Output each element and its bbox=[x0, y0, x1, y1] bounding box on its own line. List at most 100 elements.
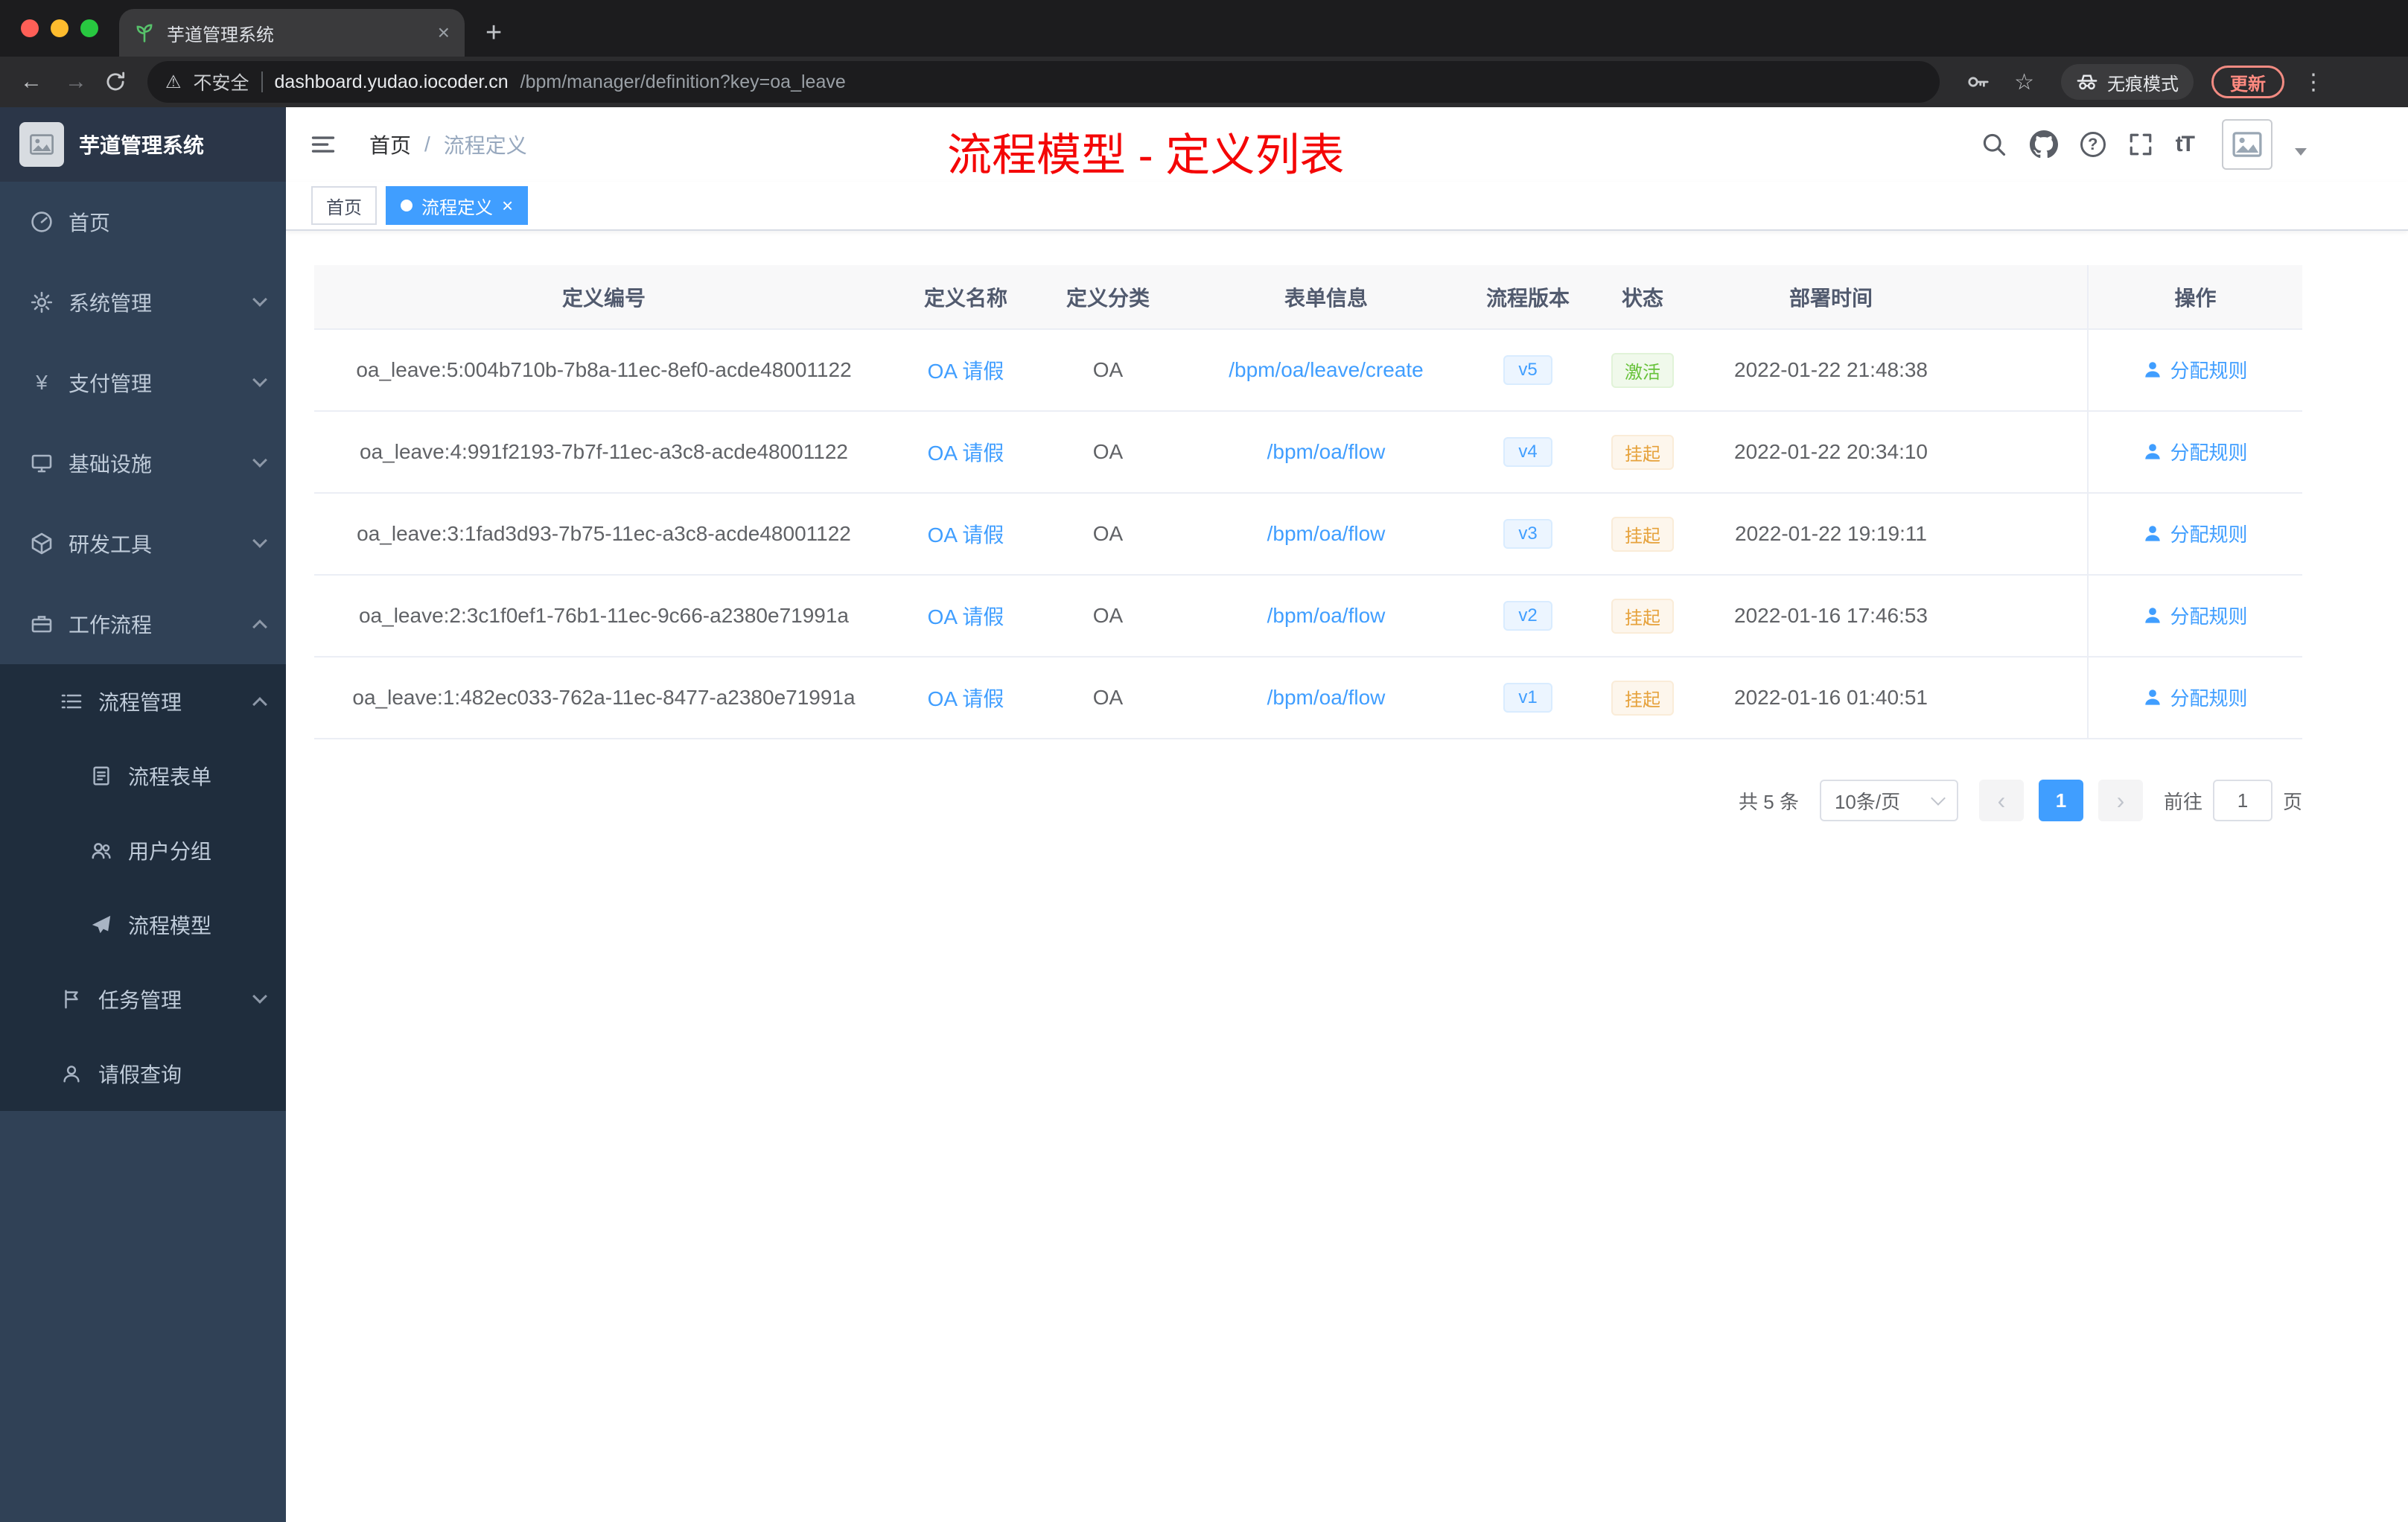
status-badge: 挂起 bbox=[1611, 680, 1674, 716]
column-header: 定义分类 bbox=[1038, 265, 1178, 330]
chevron-down-icon bbox=[1931, 791, 1946, 806]
sidebar-item-infrastructure[interactable]: 基础设施 bbox=[0, 423, 286, 503]
main-area: 首页 / 流程定义 流程模型 - 定义列表 ? tT 首页 流程定义 × 定义编… bbox=[286, 107, 2408, 1522]
definition-name-link[interactable]: OA 请假 bbox=[928, 523, 1004, 547]
new-tab-button[interactable]: + bbox=[485, 17, 502, 49]
help-icon[interactable]: ? bbox=[2080, 132, 2106, 157]
sidebar-item-workflow[interactable]: 工作流程 bbox=[0, 584, 286, 664]
security-label[interactable]: 不安全 bbox=[194, 69, 249, 95]
sidebar-item-process-form[interactable]: 流程表单 bbox=[0, 739, 286, 813]
sidebar-item-process-model[interactable]: 流程模型 bbox=[0, 888, 286, 962]
back-button[interactable]: ← bbox=[12, 69, 51, 95]
sidebar-item-label: 流程模型 bbox=[128, 914, 212, 937]
next-page-button[interactable]: › bbox=[2098, 780, 2143, 821]
prev-page-button[interactable]: ‹ bbox=[1978, 780, 2024, 821]
assign-rule-button[interactable]: 分配规则 bbox=[2143, 520, 2248, 547]
window-minimize-button[interactable] bbox=[51, 19, 69, 37]
cell-category: OA bbox=[1038, 493, 1178, 576]
pagination-pages: ‹ 1 › bbox=[1978, 780, 2143, 821]
window-zoom-button[interactable] bbox=[80, 19, 98, 37]
app-root: 芋道管理系统 首页 系统管理 ¥ 支付管理 基础设施 研发工具 工作流程 流程管… bbox=[0, 107, 2408, 1522]
sidebar-item-home[interactable]: 首页 bbox=[0, 182, 286, 262]
sidebar-item-system[interactable]: 系统管理 bbox=[0, 262, 286, 343]
tag-active-dot bbox=[401, 200, 413, 211]
assign-rule-button[interactable]: 分配规则 bbox=[2143, 602, 2248, 629]
tag-process-definition[interactable]: 流程定义 × bbox=[386, 186, 529, 225]
page-1-button[interactable]: 1 bbox=[2038, 780, 2083, 821]
cell-category: OA bbox=[1038, 657, 1178, 739]
window-controls bbox=[0, 0, 119, 57]
column-header: 流程版本 bbox=[1474, 265, 1582, 330]
form-link[interactable]: /bpm/oa/flow bbox=[1267, 522, 1386, 545]
table-row: oa_leave:3:1fad3d93-7b75-11ec-a3c8-acde4… bbox=[314, 493, 2302, 576]
definition-name-link[interactable]: OA 请假 bbox=[928, 360, 1004, 383]
sidebar-item-label: 工作流程 bbox=[69, 614, 153, 637]
form-link[interactable]: /bpm/oa/flow bbox=[1267, 440, 1386, 463]
assign-rule-button[interactable]: 分配规则 bbox=[2143, 684, 2248, 711]
reload-button[interactable] bbox=[104, 71, 127, 93]
address-bar[interactable]: ⚠ 不安全 dashboard.yudao.iocoder.cn/bpm/man… bbox=[147, 61, 1940, 103]
sidebar-item-task-management[interactable]: 任务管理 bbox=[0, 962, 286, 1037]
chevron-down-icon bbox=[252, 989, 267, 1004]
chevron-down-icon bbox=[252, 372, 267, 387]
sidebar-item-user-group[interactable]: 用户分组 bbox=[0, 813, 286, 888]
font-size-icon[interactable]: tT bbox=[2176, 132, 2195, 157]
status-badge: 挂起 bbox=[1611, 434, 1674, 470]
password-key-icon[interactable] bbox=[1966, 70, 1990, 94]
forward-button[interactable]: → bbox=[57, 69, 95, 95]
definition-name-link[interactable]: OA 请假 bbox=[928, 687, 1004, 710]
form-link[interactable]: /bpm/oa/flow bbox=[1267, 604, 1386, 627]
user-avatar[interactable] bbox=[2222, 119, 2272, 170]
browser-menu-icon[interactable]: ⋮ bbox=[2302, 69, 2325, 95]
sidebar-item-label: 研发工具 bbox=[69, 533, 153, 556]
window-close-button[interactable] bbox=[21, 19, 39, 37]
tag-close-icon[interactable]: × bbox=[502, 196, 513, 215]
goto-unit-label: 页 bbox=[2282, 790, 2302, 813]
search-icon[interactable] bbox=[1981, 131, 2007, 158]
incognito-icon bbox=[2076, 71, 2098, 93]
cell-definition-id: oa_leave:3:1fad3d93-7b75-11ec-a3c8-acde4… bbox=[314, 493, 894, 576]
page-content: 定义编号 定义名称 定义分类 表单信息 流程版本 状态 部署时间 操作 oa_l… bbox=[286, 231, 2408, 1522]
tab-close-icon[interactable]: × bbox=[438, 21, 450, 45]
cell-filler bbox=[1958, 493, 2088, 576]
assign-rule-label: 分配规则 bbox=[2170, 523, 2248, 546]
sidebar-item-leave-query[interactable]: 请假查询 bbox=[0, 1037, 286, 1111]
chevron-down-icon bbox=[252, 292, 267, 307]
github-icon[interactable] bbox=[2029, 130, 2058, 159]
tags-view: 首页 流程定义 × bbox=[286, 182, 2408, 231]
tag-home[interactable]: 首页 bbox=[311, 186, 377, 225]
chevron-up-icon bbox=[252, 697, 267, 712]
update-button[interactable]: 更新 bbox=[2211, 66, 2284, 98]
goto-page-input[interactable] bbox=[2212, 780, 2272, 821]
breadcrumb-home[interactable]: 首页 bbox=[369, 130, 411, 159]
form-link[interactable]: /bpm/oa/leave/create bbox=[1229, 358, 1424, 381]
monitor-icon bbox=[30, 451, 54, 475]
sidebar-item-label: 任务管理 bbox=[98, 989, 182, 1012]
fullscreen-icon[interactable] bbox=[2128, 132, 2153, 157]
paper-plane-icon bbox=[89, 913, 113, 937]
sidebar-logo-row[interactable]: 芋道管理系统 bbox=[0, 107, 286, 182]
assign-rule-button[interactable]: 分配规则 bbox=[2143, 438, 2248, 465]
version-badge: v4 bbox=[1503, 437, 1552, 467]
sidebar-item-label: 支付管理 bbox=[69, 372, 153, 395]
cell-filler bbox=[1958, 411, 2088, 494]
definition-name-link[interactable]: OA 请假 bbox=[928, 605, 1004, 628]
avatar-caret-icon[interactable] bbox=[2295, 148, 2307, 156]
sidebar-item-label: 基础设施 bbox=[69, 453, 153, 476]
breadcrumb-current: 流程定义 bbox=[443, 134, 527, 157]
definition-name-link[interactable]: OA 请假 bbox=[928, 442, 1004, 465]
yen-icon: ¥ bbox=[36, 371, 48, 394]
sidebar-item-devtools[interactable]: 研发工具 bbox=[0, 503, 286, 584]
form-link[interactable]: /bpm/oa/flow bbox=[1267, 686, 1386, 709]
page-title: 流程模型 - 定义列表 bbox=[947, 130, 1345, 180]
bookmark-star-icon[interactable]: ☆ bbox=[2014, 69, 2034, 95]
sidebar-item-payment[interactable]: ¥ 支付管理 bbox=[0, 343, 286, 423]
assign-rule-button[interactable]: 分配规则 bbox=[2143, 356, 2248, 383]
app-title: 芋道管理系统 bbox=[79, 134, 205, 157]
page-size-select[interactable]: 10条/页 bbox=[1819, 780, 1958, 821]
column-header: 定义名称 bbox=[894, 265, 1038, 330]
sidebar-item-process-management[interactable]: 流程管理 bbox=[0, 664, 286, 739]
sidebar-item-label: 流程管理 bbox=[98, 691, 182, 714]
hamburger-icon[interactable] bbox=[310, 131, 337, 158]
browser-tab[interactable]: 芋道管理系统 × bbox=[119, 9, 465, 57]
